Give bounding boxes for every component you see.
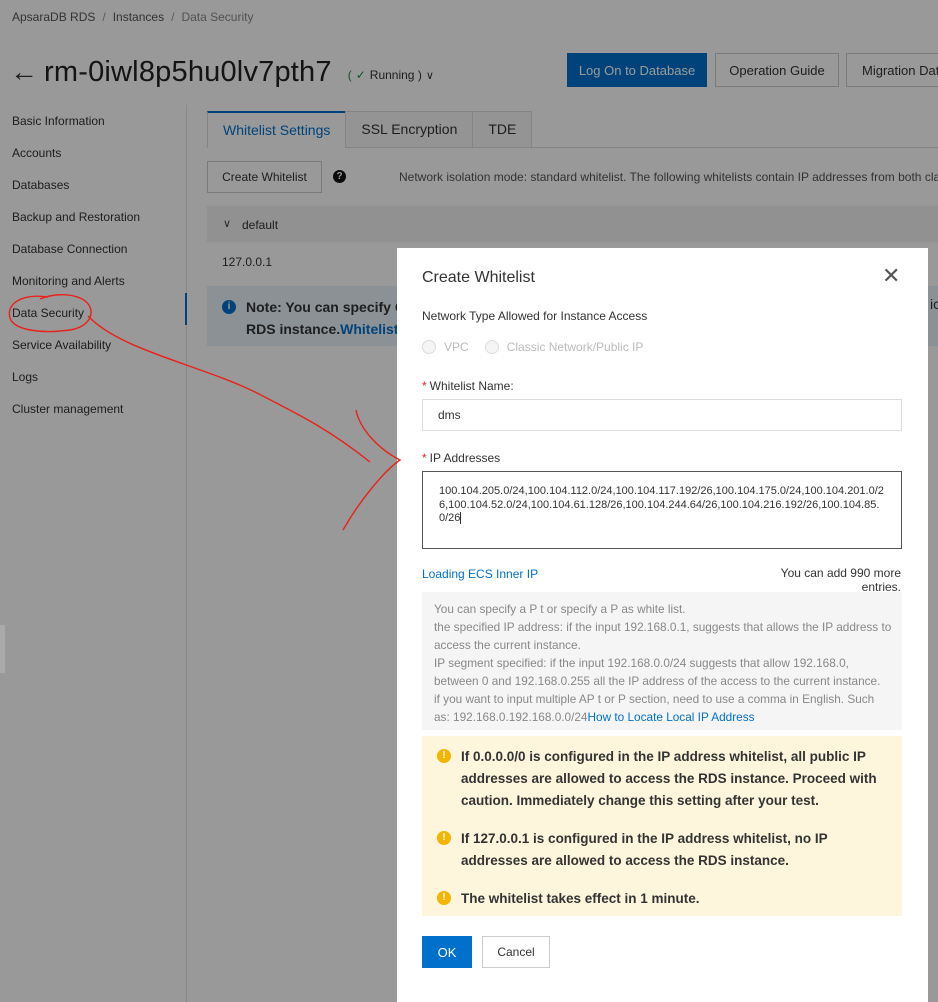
whitelist-name-input[interactable]: dms	[422, 399, 902, 431]
radio-vpc-label: VPC	[444, 340, 469, 354]
warning-box: ! If 0.0.0.0/0 is configured in the IP ad…	[422, 736, 902, 916]
locate-local-ip-link[interactable]: How to Locate Local IP Address	[588, 710, 755, 724]
warning-icon: !	[437, 891, 451, 905]
warning-icon: !	[437, 831, 451, 845]
whitelist-help-box: You can specify a P t or specify a P as …	[422, 592, 902, 730]
whitelist-name-label: * Whitelist Name:	[422, 379, 514, 393]
scrollbar-handle[interactable]	[0, 625, 5, 673]
help-line-4: if you want to input multiple AP t or P …	[434, 692, 875, 724]
remaining-entries-text: You can add 990 more entries.	[780, 566, 901, 594]
dialog-title: Create Whitelist	[422, 269, 535, 286]
loading-ecs-inner-ip-link[interactable]: Loading ECS Inner IP	[422, 567, 538, 581]
ok-button[interactable]: OK	[422, 936, 472, 968]
ip-addresses-textarea[interactable]: 100.104.205.0/24,100.104.112.0/24,100.10…	[422, 471, 902, 549]
help-line-1: You can specify a P t or specify a P as …	[434, 602, 686, 616]
warning-icon: !	[437, 749, 451, 763]
radio-classic-network[interactable]	[484, 340, 499, 354]
help-line-2: the specified IP address: if the input 1…	[434, 620, 892, 652]
radio-classic-network-label: Classic Network/Public IP	[506, 340, 644, 354]
text-cursor	[460, 512, 462, 525]
warning-item: ! The whitelist takes effect in 1 minute.	[422, 888, 902, 910]
network-type-radio-group: VPC Classic Network/Public IP	[422, 340, 643, 354]
radio-vpc[interactable]	[422, 340, 436, 354]
network-type-label: Network Type Allowed for Instance Access	[422, 309, 648, 323]
ip-addresses-value: 100.104.205.0/24,100.104.112.0/24,100.10…	[439, 485, 884, 524]
warning-item: ! If 127.0.0.1 is configured in the IP ad…	[422, 828, 902, 872]
cancel-button[interactable]: Cancel	[482, 936, 550, 968]
help-line-3: IP segment specified: if the input 192.1…	[434, 656, 881, 688]
warning-item: ! If 0.0.0.0/0 is configured in the IP ad…	[422, 746, 902, 812]
close-icon[interactable]: ✕	[882, 265, 900, 287]
create-whitelist-dialog: Create Whitelist ✕ Network Type Allowed …	[397, 248, 928, 1002]
ip-addresses-label: * IP Addresses	[422, 451, 501, 465]
